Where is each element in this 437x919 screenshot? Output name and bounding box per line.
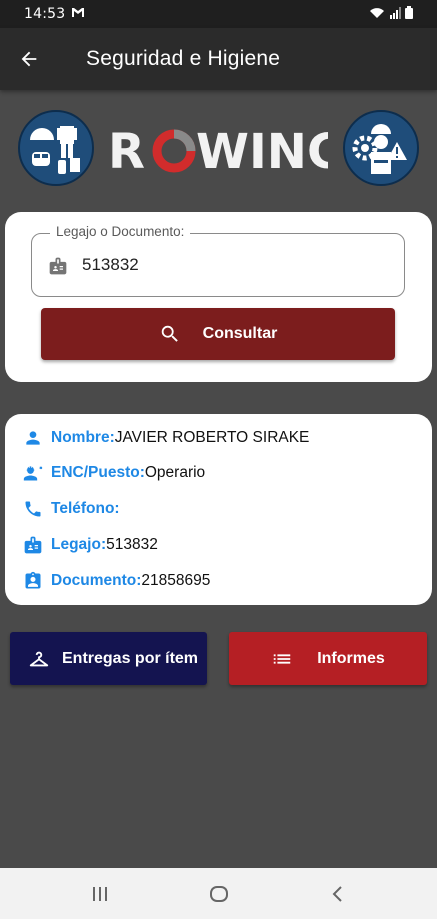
- svg-text:R: R: [108, 124, 145, 180]
- info-row-puesto: ENC/Puesto: Operario: [21, 461, 205, 485]
- info-key: Documento:: [51, 572, 142, 589]
- logo-banner: R WING: [0, 108, 437, 188]
- wifi-icon: [369, 6, 385, 23]
- legajo-input[interactable]: [82, 250, 382, 280]
- back-button[interactable]: [0, 28, 58, 90]
- employee-info-card: Nombre: JAVIER ROBERTO SIRAKE ENC/Puesto…: [5, 414, 432, 605]
- status-bar: 14:53: [0, 0, 437, 28]
- gmail-icon: [71, 7, 85, 21]
- rowing-logo: R WING: [108, 120, 346, 180]
- info-row-nombre: Nombre: JAVIER ROBERTO SIRAKE: [21, 426, 309, 450]
- info-key: Legajo:: [51, 536, 107, 553]
- entregas-por-item-button[interactable]: Entregas por ítem: [10, 632, 207, 685]
- info-value: 513832: [106, 536, 158, 553]
- info-value: JAVIER ROBERTO SIRAKE: [114, 429, 310, 446]
- search-card: Legajo o Documento: Consultar: [5, 212, 432, 382]
- badge-icon: [21, 533, 45, 557]
- page-title: Seguridad e Higiene: [86, 47, 281, 70]
- person-icon: [21, 426, 45, 450]
- app-bar: Seguridad e Higiene: [0, 28, 437, 90]
- ppe-equipment-logo-icon: [18, 110, 94, 186]
- battery-icon: [405, 5, 413, 23]
- info-key: Teléfono:: [51, 500, 120, 517]
- info-row-telefono: Teléfono:: [21, 497, 120, 521]
- badge-icon: [47, 256, 69, 281]
- safety-worker-logo-icon: [343, 110, 419, 186]
- info-row-documento: Documento: 21858695: [21, 569, 210, 593]
- chevron-left-icon: [332, 885, 342, 902]
- signal-icon: [389, 6, 401, 23]
- info-value: 21858695: [141, 572, 211, 589]
- consultar-button-label: Consultar: [202, 325, 278, 342]
- home-icon: [209, 885, 228, 902]
- informes-button[interactable]: Informes: [229, 632, 427, 685]
- hanger-icon: [29, 651, 49, 666]
- recents-icon: [92, 886, 107, 901]
- back-nav-button[interactable]: [308, 874, 368, 914]
- legajo-field[interactable]: [31, 233, 405, 297]
- info-key: Nombre:: [51, 429, 115, 446]
- entregas-button-label: Entregas por ítem: [62, 649, 199, 667]
- informes-button-label: Informes: [317, 649, 385, 667]
- list-icon: [273, 653, 291, 664]
- phone-icon: [21, 497, 45, 521]
- engineer-icon: [21, 461, 45, 485]
- system-nav-bar: [0, 868, 437, 919]
- recents-button[interactable]: [70, 874, 130, 914]
- info-key: ENC/Puesto:: [51, 464, 145, 481]
- search-icon: [161, 325, 178, 342]
- consultar-button[interactable]: Consultar: [41, 308, 395, 360]
- legajo-field-label: Legajo o Documento:: [50, 224, 191, 239]
- home-button[interactable]: [189, 874, 249, 914]
- info-value: Operario: [144, 464, 206, 481]
- status-time: 14:53: [24, 6, 66, 22]
- arrow-back-icon: [21, 51, 37, 67]
- info-row-legajo: Legajo: 513832: [21, 533, 158, 557]
- svg-text:WING: WING: [196, 124, 328, 180]
- id-card-icon: [21, 569, 45, 593]
